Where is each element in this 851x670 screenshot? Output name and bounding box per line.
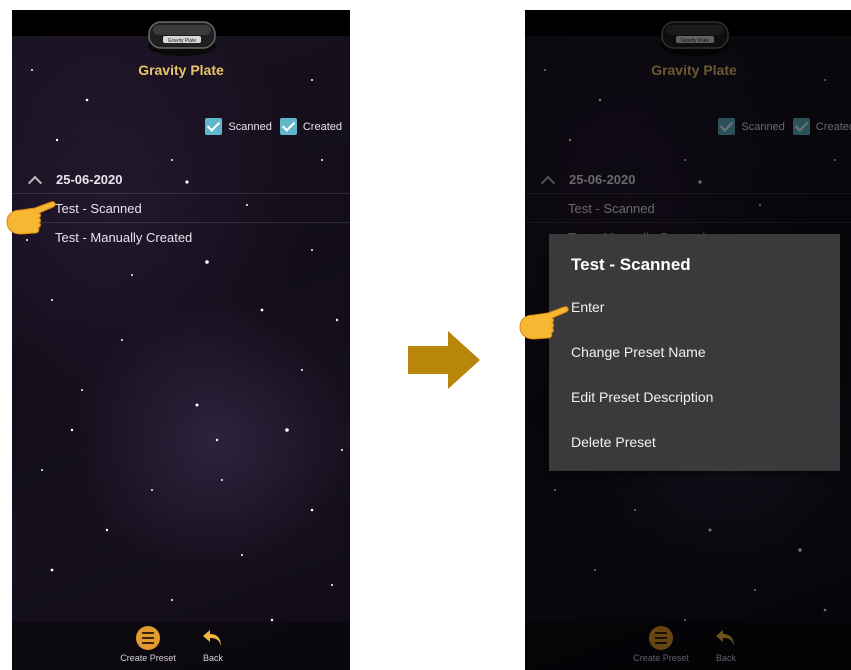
phone-screen-before: Gravity Plate Gravity Plate Scanned Crea… <box>12 10 350 670</box>
preset-label: Test - Manually Created <box>55 229 193 245</box>
menu-item-change-name[interactable]: Change Preset Name <box>571 344 706 360</box>
back-button[interactable]: Back <box>197 626 229 663</box>
chevron-up-icon <box>27 175 43 190</box>
starfield-background <box>26 69 343 622</box>
preset-item-manual[interactable]: Test - Manually Created <box>12 223 350 251</box>
create-preset-button[interactable]: Create Preset <box>120 626 176 663</box>
scanned-label: Scanned <box>228 120 272 133</box>
create-preset-label: Create Preset <box>120 653 176 663</box>
menu-item-enter[interactable]: Enter <box>571 299 604 315</box>
pointing-hand-icon <box>6 201 56 235</box>
app-title: Gravity Plate <box>138 62 224 78</box>
device-label: Gravity Plate <box>168 38 197 44</box>
bottom-nav: Create Preset Back <box>12 622 350 670</box>
filter-bar: Scanned Created <box>205 118 342 135</box>
preset-context-menu: Test - Scanned Enter Change Preset Name … <box>549 234 840 471</box>
scanned-checkbox[interactable] <box>205 118 223 135</box>
menu-item-edit-description[interactable]: Edit Preset Description <box>571 389 713 405</box>
preset-label: Test - Scanned <box>55 201 142 216</box>
group-date: 25-06-2020 <box>56 172 123 187</box>
created-checkbox[interactable] <box>279 118 297 135</box>
phone-screen-after: Gravity Plate Gravity Plate Scanned Crea… <box>525 10 851 670</box>
created-filter[interactable]: Created <box>279 118 342 135</box>
date-group-header[interactable]: 25-06-2020 <box>12 166 350 194</box>
dialog-title: Test - Scanned <box>571 255 691 274</box>
menu-item-delete[interactable]: Delete Preset <box>571 434 656 450</box>
sliders-icon <box>136 626 160 650</box>
back-label: Back <box>202 653 223 663</box>
pointing-hand-icon <box>519 306 569 340</box>
preset-item-scanned[interactable]: Test - Scanned <box>12 195 350 223</box>
created-label: Created <box>302 120 342 133</box>
gravity-plate-device-image: Gravity Plate <box>148 21 216 56</box>
arrow-right-icon <box>408 331 480 389</box>
back-arrow-icon <box>203 630 221 646</box>
scanned-filter[interactable]: Scanned <box>205 118 272 135</box>
tutorial-stage: Gravity Plate Gravity Plate Scanned Crea… <box>0 0 851 670</box>
